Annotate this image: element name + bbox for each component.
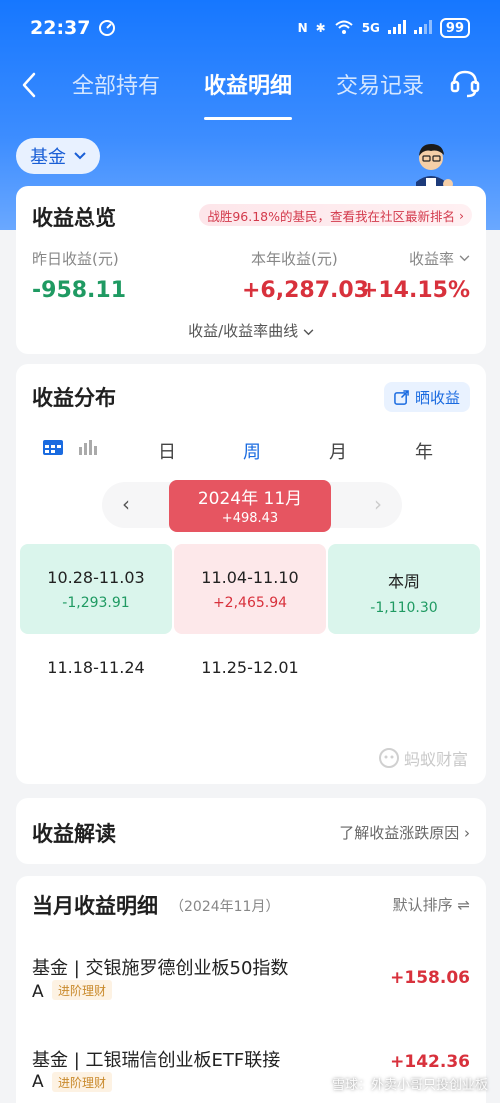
period-day[interactable]: 日 xyxy=(158,438,176,464)
share-icon xyxy=(394,389,409,405)
bar-chart-icon[interactable] xyxy=(78,438,98,456)
curve-toggle[interactable]: 收益/收益率曲线 xyxy=(16,320,486,341)
nav-bar: 全部持有 收益明细 交易记录 xyxy=(0,58,500,120)
week-cell[interactable]: 本周 -1,110.30 xyxy=(328,544,480,634)
chevron-down-icon xyxy=(459,255,470,262)
month-income: +498.43 xyxy=(221,511,279,526)
week-value: -1,293.91 xyxy=(62,595,130,611)
community-rank-banner[interactable]: 战胜96.18%的基民，查看我在社区最新排名 › xyxy=(199,204,472,226)
year-income-label: 本年收益(元) xyxy=(251,250,338,268)
speed-icon xyxy=(99,20,116,36)
overview-title: 收益总览 xyxy=(32,206,116,230)
distribution-card: 收益分布 晒收益 日 周 月 年 ‹ › 2024年 11月 +498.43 1… xyxy=(16,364,486,784)
ant-logo-icon xyxy=(378,748,399,768)
week-cell[interactable]: 11.04-11.10 +2,465.94 xyxy=(174,544,326,634)
year-income-value: +6,287.03 xyxy=(242,278,369,303)
chevron-down-icon xyxy=(303,329,314,336)
monthly-details-card: 当月收益明细 （2024年11月） 默认排序 ⇌ 基金 | 交银施罗德创业板50… xyxy=(16,876,486,1103)
week-cell[interactable]: 11.18-11.24 xyxy=(20,640,172,730)
fund-income: +142.36 xyxy=(390,1052,470,1072)
interpretation-title: 收益解读 xyxy=(32,822,116,846)
share-income-button[interactable]: 晒收益 xyxy=(383,382,470,412)
rate-selector[interactable]: 收益率 xyxy=(409,248,470,269)
distribution-title: 收益分布 xyxy=(32,386,116,410)
tab-all-holdings[interactable]: 全部持有 xyxy=(72,68,160,104)
sort-icon: ⇌ xyxy=(457,896,470,914)
fund-tag: 进阶理财 xyxy=(52,1072,113,1092)
fund-grade: A xyxy=(32,1072,44,1092)
fund-name[interactable]: 基金 | 交银施罗德创业板50指数 xyxy=(32,954,288,980)
corner-watermark: 雪球：外卖小哥只投创业板 xyxy=(331,1078,488,1093)
back-arrow-icon[interactable] xyxy=(14,68,44,102)
week-cell[interactable]: 11.25-12.01 xyxy=(174,640,326,730)
period-month[interactable]: 月 xyxy=(329,438,347,464)
week-value: -1,110.30 xyxy=(370,600,438,616)
chevron-right-icon: › xyxy=(464,824,470,842)
customer-service-icon[interactable] xyxy=(448,66,482,100)
chevron-right-icon[interactable]: › xyxy=(374,492,382,516)
view-toggle xyxy=(42,438,98,456)
monthly-subtitle: （2024年11月） xyxy=(170,899,280,915)
curve-link-label: 收益/收益率曲线 xyxy=(188,322,299,340)
week-cell[interactable]: 10.28-11.03 -1,293.91 xyxy=(20,544,172,634)
fund-name[interactable]: 基金 | 工银瑞信创业板ETF联接 xyxy=(32,1046,280,1072)
week-range: 10.28-11.03 xyxy=(47,568,145,587)
status-bar: 22:37 N ✱ 5G 99 xyxy=(0,0,500,56)
rate-label: 收益率 xyxy=(408,250,454,268)
week-range: 11.04-11.10 xyxy=(201,568,299,587)
week-range: 11.18-11.24 xyxy=(47,658,145,677)
chevron-right-icon: › xyxy=(459,207,464,223)
status-time-group: 22:37 xyxy=(30,17,116,39)
fund-tag: 进阶理财 xyxy=(52,980,113,1000)
chevron-down-icon xyxy=(74,152,86,160)
period-year[interactable]: 年 xyxy=(415,438,433,464)
week-range: 11.25-12.01 xyxy=(201,658,299,677)
app-watermark: 蚂蚁财富 xyxy=(378,746,468,770)
filter-chip-fund[interactable]: 基金 xyxy=(16,138,100,174)
sort-label: 默认排序 xyxy=(392,896,453,914)
period-week[interactable]: 周 xyxy=(243,438,261,464)
overview-card: 收益总览 战胜96.18%的基民，查看我在社区最新排名 › 昨日收益(元) -9… xyxy=(16,186,486,354)
filter-chip-label: 基金 xyxy=(30,147,66,168)
period-selector: 日 周 月 年 xyxy=(16,430,486,470)
fund-grade: A xyxy=(32,982,44,1002)
signal-icon-2 xyxy=(413,19,432,37)
status-time: 22:37 xyxy=(30,17,91,39)
signal-icon xyxy=(387,19,406,37)
month-label: 2024年 11月 xyxy=(197,489,303,509)
interpretation-link[interactable]: 了解收益涨跌原因 › xyxy=(339,822,470,843)
fund-income: +158.06 xyxy=(390,968,470,988)
sort-button[interactable]: 默认排序 ⇌ xyxy=(393,894,470,915)
monthly-title: 当月收益明细 xyxy=(32,894,158,918)
current-month[interactable]: 2024年 11月 +498.43 xyxy=(169,480,331,532)
nfc-icon: N xyxy=(297,21,308,35)
rate-value: +14.15% xyxy=(359,278,470,303)
yesterday-income-label: 昨日收益(元) xyxy=(32,250,119,268)
week-value: +2,465.94 xyxy=(212,595,288,611)
interpretation-card[interactable]: 收益解读 了解收益涨跌原因 › xyxy=(16,798,486,864)
watermark-text: 蚂蚁财富 xyxy=(403,750,468,769)
bluetooth-icon: ✱ xyxy=(315,21,326,35)
signal-label: 5G xyxy=(361,21,380,35)
share-label: 晒收益 xyxy=(414,388,460,407)
rank-text: 战胜96.18%的基民，查看我在社区最新排名 xyxy=(207,208,455,224)
interpretation-link-label: 了解收益涨跌原因 xyxy=(339,824,460,842)
tab-income-details[interactable]: 收益明细 xyxy=(204,68,293,120)
week-range: 本周 xyxy=(387,572,420,591)
battery-indicator: 99 xyxy=(439,18,470,38)
yesterday-income-value: -958.11 xyxy=(32,278,127,303)
calendar-icon[interactable] xyxy=(42,438,64,456)
top-tabs: 全部持有 收益明细 交易记录 xyxy=(72,68,424,120)
tab-trade-records[interactable]: 交易记录 xyxy=(336,68,424,104)
chevron-left-icon[interactable]: ‹ xyxy=(122,492,130,516)
wifi-icon xyxy=(334,19,354,38)
status-icons: N ✱ 5G 99 xyxy=(298,18,470,38)
